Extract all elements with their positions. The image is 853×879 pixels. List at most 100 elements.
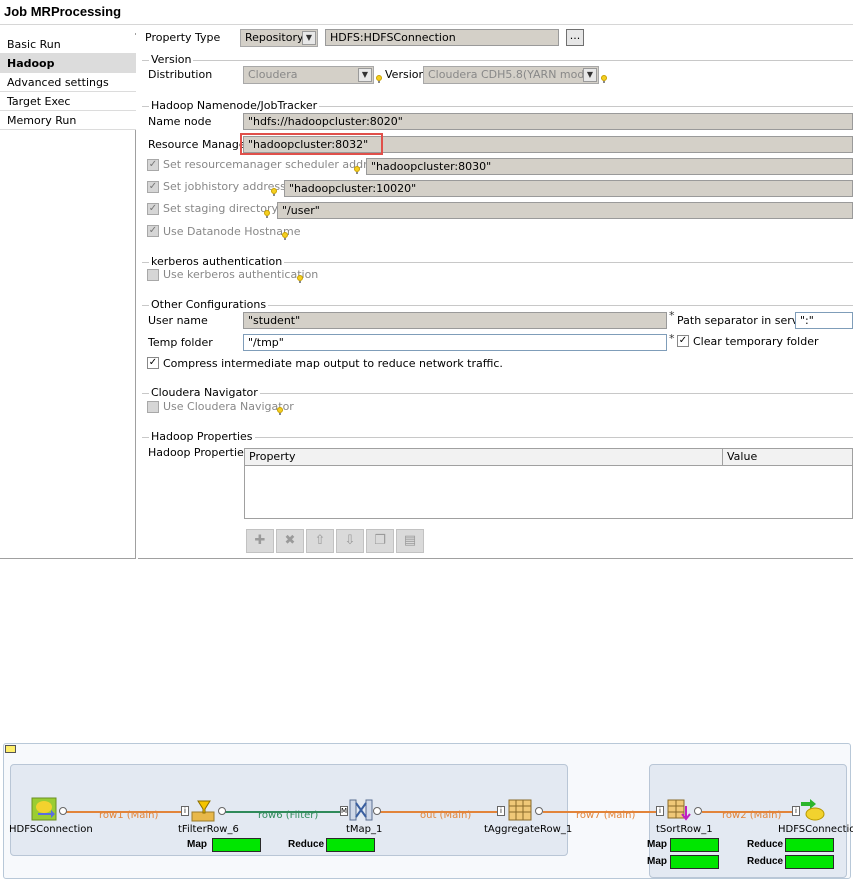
- map-progress-bar: [670, 855, 719, 869]
- aggregate-icon: [508, 799, 532, 821]
- column-header-property[interactable]: Property: [245, 449, 722, 466]
- input-port[interactable]: i: [656, 806, 664, 816]
- datanode-label: Use Datanode Hostname: [163, 225, 301, 238]
- tmap-component[interactable]: [349, 798, 373, 822]
- hint-bulb-icon: [271, 188, 277, 196]
- reduce-progress-bar: [326, 838, 375, 852]
- output-port[interactable]: [218, 807, 226, 815]
- navigator-checkbox[interactable]: [147, 401, 159, 413]
- scheduler-field[interactable]: "hadoopcluster:8030": [366, 158, 853, 175]
- kerberos-checkbox[interactable]: [147, 269, 159, 281]
- scheduler-checkbox[interactable]: ✓: [147, 159, 159, 171]
- required-mark: *: [669, 332, 675, 345]
- reduce-progress-bar: [785, 855, 834, 869]
- user-name-label: User name: [148, 314, 208, 327]
- property-type-select[interactable]: Repository ▼: [240, 29, 318, 47]
- distribution-select[interactable]: Cloudera ▼: [243, 66, 374, 84]
- repository-value-field: HDFS:HDFSConnection: [325, 29, 559, 46]
- component-label-hdfs-output: HDFSConnection: [778, 824, 853, 835]
- jobhistory-checkbox[interactable]: ✓: [147, 181, 159, 193]
- link-label-row2: row2 (Main): [722, 810, 782, 821]
- filter-icon: [191, 800, 215, 822]
- input-port[interactable]: i: [497, 806, 505, 816]
- hdfs-connection-input-component[interactable]: [31, 797, 57, 821]
- link-label-row7: row7 (Main): [576, 810, 636, 821]
- hint-bulb-icon: [297, 275, 303, 283]
- reduce-progress-bar: [785, 838, 834, 852]
- copy-icon: ❐: [374, 533, 386, 548]
- jobhistory-field[interactable]: "hadoopcluster:10020": [284, 180, 853, 197]
- plus-icon: ✚: [254, 533, 266, 548]
- remove-row-button[interactable]: ✖: [276, 529, 304, 553]
- compress-checkbox[interactable]: ✓: [147, 357, 159, 369]
- name-node-field[interactable]: "hdfs://hadoopcluster:8020": [243, 113, 853, 130]
- arrow-up-icon: ⇧: [314, 533, 326, 548]
- browse-button[interactable]: ...: [566, 29, 584, 46]
- nav-item-target-exec[interactable]: Target Exec: [0, 92, 136, 111]
- arrow-down-icon: ⇩: [344, 533, 356, 548]
- taggregaterow-component[interactable]: [507, 798, 533, 822]
- tfilterrow-component[interactable]: [190, 800, 216, 822]
- input-port[interactable]: M: [340, 806, 348, 816]
- hadoop-elephant-icon: [31, 797, 57, 821]
- resource-manager-label: Resource Manager: [148, 138, 251, 151]
- output-port[interactable]: [373, 807, 381, 815]
- kerberos-group-title: kerberos authentication: [149, 255, 285, 269]
- hint-bulb-icon: [282, 232, 288, 240]
- chevron-down-icon: ▼: [583, 68, 597, 82]
- window-title: Job MRProcessing: [4, 4, 122, 19]
- add-row-button[interactable]: ✚: [246, 529, 274, 553]
- staging-label: Set staging directory: [163, 202, 279, 215]
- nav-item-hadoop-configuration[interactable]: Hadoop Configuration: [0, 54, 136, 89]
- staging-field[interactable]: "/user": [277, 202, 853, 219]
- paste-icon: ▤: [403, 533, 417, 548]
- user-name-field[interactable]: "student": [243, 312, 667, 329]
- output-port[interactable]: [535, 807, 543, 815]
- compress-label: Compress intermediate map output to redu…: [163, 357, 503, 370]
- map-icon: [349, 799, 373, 821]
- hint-bulb-icon: [277, 407, 283, 415]
- navigator-label: Use Cloudera Navigator: [163, 400, 294, 413]
- copy-button[interactable]: ❐: [366, 529, 394, 553]
- name-node-label: Name node: [148, 115, 212, 128]
- paste-button[interactable]: ▤: [396, 529, 424, 553]
- nav-item-memory-run[interactable]: Memory Run: [0, 111, 136, 130]
- output-port[interactable]: [59, 807, 67, 815]
- component-label-hdfs-input: HDFSConnection: [9, 824, 93, 835]
- other-group-title: Other Configurations: [149, 298, 269, 312]
- staging-checkbox[interactable]: ✓: [147, 203, 159, 215]
- component-label-tmap: tMap_1: [346, 824, 383, 835]
- nav-item-advanced-settings[interactable]: Advanced settings: [0, 73, 136, 92]
- path-separator-label: Path separator in server: [677, 314, 810, 327]
- collapse-icon[interactable]: [5, 745, 16, 753]
- version-select[interactable]: Cloudera CDH5.8(YARN mode) ▼: [423, 66, 599, 84]
- input-port[interactable]: i: [792, 806, 800, 816]
- reduce-status-label: Reduce: [288, 839, 325, 850]
- move-up-button[interactable]: ⇧: [306, 529, 334, 553]
- kerberos-label: Use kerberos authentication: [163, 268, 319, 281]
- hint-bulb-icon: [601, 75, 607, 83]
- namenode-group-title: Hadoop Namenode/JobTracker: [149, 99, 320, 113]
- input-port[interactable]: i: [181, 806, 189, 816]
- map-status-label: Map: [647, 856, 667, 867]
- move-down-button[interactable]: ⇩: [336, 529, 364, 553]
- clear-temp-checkbox[interactable]: ✓: [677, 335, 689, 347]
- path-separator-field[interactable]: ":": [795, 312, 853, 329]
- map-progress-bar: [212, 838, 261, 852]
- datanode-checkbox[interactable]: ✓: [147, 225, 159, 237]
- tsortrow-component[interactable]: [666, 798, 692, 822]
- map-progress-bar: [670, 838, 719, 852]
- nav-item-basic-run[interactable]: Basic Run: [0, 35, 136, 54]
- output-port[interactable]: [694, 807, 702, 815]
- version-group-border: [142, 60, 853, 61]
- hint-bulb-icon: [376, 75, 382, 83]
- reduce-status-label: Reduce: [747, 839, 784, 850]
- temp-folder-field[interactable]: "/tmp": [243, 334, 667, 351]
- hdfs-connection-output-component[interactable]: [800, 798, 826, 822]
- clear-temp-label: Clear temporary folder: [693, 335, 819, 348]
- hadoop-properties-table[interactable]: Property Value: [244, 448, 853, 519]
- reduce-status-label: Reduce: [747, 856, 784, 867]
- column-header-value[interactable]: Value: [722, 449, 852, 466]
- map-status-label: Map: [187, 839, 207, 850]
- required-mark: *: [669, 309, 675, 322]
